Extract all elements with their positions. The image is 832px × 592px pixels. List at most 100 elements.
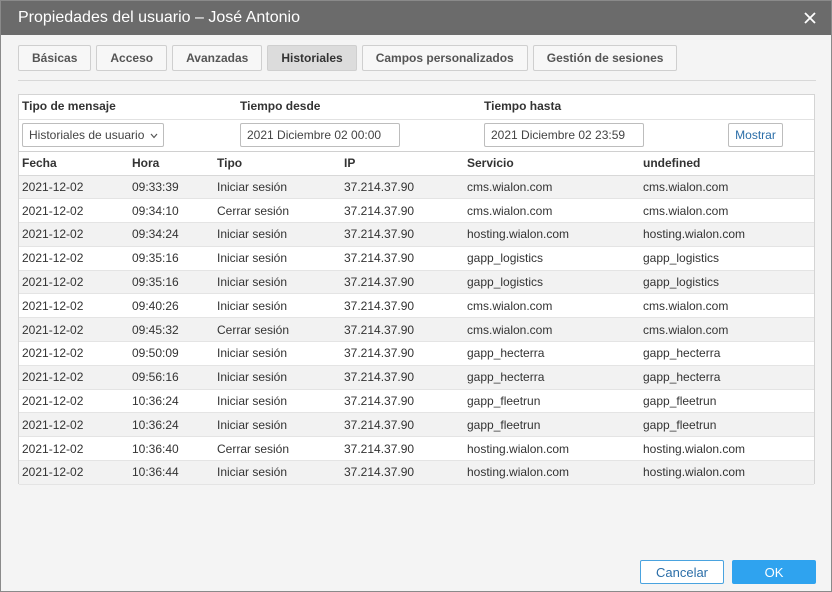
type-cell: Iniciar sesión <box>214 270 341 295</box>
service-cell: cms.wialon.com <box>464 198 640 224</box>
undefined-cell: gapp_fleetrun <box>640 412 814 438</box>
time-from-input[interactable] <box>240 123 400 147</box>
filter-header: Tipo de mensaje Tiempo desde Tiempo hast… <box>19 95 814 120</box>
type-cell: Cerrar sesión <box>214 436 341 462</box>
date-cell: 2021-12-02 <box>19 317 129 343</box>
time-cell: 10:36:40 <box>129 436 214 462</box>
service-cell: gapp_fleetrun <box>464 412 640 438</box>
table-row[interactable]: 2021-12-02 09:35:16 Iniciar sesión 37.214.3… <box>19 246 814 271</box>
time-cell: 09:45:32 <box>129 317 214 343</box>
type-cell: Iniciar sesión <box>214 341 341 366</box>
ip-cell: 37.214.37.90 <box>341 389 464 414</box>
date-cell: 2021-12-02 <box>19 436 129 462</box>
service-cell: gapp_logistics <box>464 246 640 271</box>
undefined-cell: cms.wialon.com <box>640 293 814 319</box>
tab-bar: Básicas Acceso Avanzadas Historiales Cam… <box>18 45 678 71</box>
column-header-servicio[interactable]: Servicio <box>464 151 640 176</box>
type-cell: Cerrar sesión <box>214 198 341 224</box>
undefined-cell: gapp_logistics <box>640 270 814 295</box>
message-type-select[interactable]: Historiales de usuario <box>22 123 164 147</box>
time-cell: 10:36:44 <box>129 460 214 485</box>
table-row[interactable]: 2021-12-02 10:36:24 Iniciar sesión 37.214.3… <box>19 412 814 438</box>
table-row[interactable]: 2021-12-02 09:34:24 Iniciar sesión 37.214.3… <box>19 222 814 247</box>
title-bar: Propiedades del usuario – José Antonio <box>1 1 831 35</box>
cancel-button[interactable]: Cancelar <box>640 560 724 584</box>
tab-avanzadas[interactable]: Avanzadas <box>172 45 263 71</box>
tab-campos-personalizados[interactable]: Campos personalizados <box>361 45 528 71</box>
table-row[interactable]: 2021-12-02 09:45:32 Cerrar sesión 37.214.37… <box>19 317 814 343</box>
time-cell: 09:34:24 <box>129 222 214 247</box>
time-to-label: Tiempo hasta <box>484 99 562 113</box>
service-cell: hosting.wialon.com <box>464 460 640 485</box>
undefined-cell: hosting.wialon.com <box>640 222 814 247</box>
tab-divider <box>18 80 816 81</box>
table-row[interactable]: 2021-12-02 09:33:39 Iniciar sesión 37.214.3… <box>19 175 814 200</box>
table-row[interactable]: 2021-12-02 09:34:10 Cerrar sesión 37.214.37… <box>19 198 814 224</box>
type-cell: Iniciar sesión <box>214 246 341 271</box>
date-cell: 2021-12-02 <box>19 341 129 366</box>
type-cell: Iniciar sesión <box>214 365 341 390</box>
date-cell: 2021-12-02 <box>19 222 129 247</box>
ok-button[interactable]: OK <box>732 560 816 584</box>
tab-acceso[interactable]: Acceso <box>96 45 168 71</box>
date-cell: 2021-12-02 <box>19 246 129 271</box>
time-cell: 09:35:16 <box>129 270 214 295</box>
column-header-hora[interactable]: Hora <box>129 151 214 176</box>
column-header-ip[interactable]: IP <box>341 151 464 176</box>
type-cell: Iniciar sesión <box>214 293 341 319</box>
date-cell: 2021-12-02 <box>19 270 129 295</box>
type-cell: Iniciar sesión <box>214 175 341 200</box>
time-cell: 09:35:16 <box>129 246 214 271</box>
ip-cell: 37.214.37.90 <box>341 317 464 343</box>
time-from-label: Tiempo desde <box>240 99 321 113</box>
ip-cell: 37.214.37.90 <box>341 436 464 462</box>
type-cell: Iniciar sesión <box>214 222 341 247</box>
table-row[interactable]: 2021-12-02 09:40:26 Iniciar sesión 37.214.3… <box>19 293 814 319</box>
time-cell: 09:34:10 <box>129 198 214 224</box>
undefined-cell: gapp_hecterra <box>640 341 814 366</box>
table-row[interactable]: 2021-12-02 09:35:16 Iniciar sesión 37.214.3… <box>19 270 814 295</box>
tab-basicas[interactable]: Básicas <box>18 45 92 71</box>
undefined-cell: hosting.wialon.com <box>640 436 814 462</box>
date-cell: 2021-12-02 <box>19 389 129 414</box>
column-header-tipo[interactable]: Tipo <box>214 151 341 176</box>
service-cell: gapp_fleetrun <box>464 389 640 414</box>
tab-gestion-de-sesiones[interactable]: Gestión de sesiones <box>532 45 678 71</box>
show-button[interactable]: Mostrar <box>728 123 783 147</box>
table-header-row: Fecha Hora Tipo IP Servicio undefined <box>19 151 814 176</box>
date-cell: 2021-12-02 <box>19 365 129 390</box>
service-cell: cms.wialon.com <box>464 317 640 343</box>
date-cell: 2021-12-02 <box>19 293 129 319</box>
undefined-cell: gapp_hecterra <box>640 365 814 390</box>
service-cell: cms.wialon.com <box>464 293 640 319</box>
undefined-cell: cms.wialon.com <box>640 175 814 200</box>
table-row[interactable]: 2021-12-02 09:56:16 Iniciar sesión 37.214.3… <box>19 365 814 390</box>
service-cell: gapp_hecterra <box>464 341 640 366</box>
time-cell: 09:50:09 <box>129 341 214 366</box>
history-table: Fecha Hora Tipo IP Servicio undefined 20… <box>19 151 814 485</box>
date-cell: 2021-12-02 <box>19 198 129 224</box>
column-header-fecha[interactable]: Fecha <box>19 151 129 176</box>
user-properties-dialog: Propiedades del usuario – José Antonio B… <box>0 0 832 592</box>
table-row[interactable]: 2021-12-02 10:36:44 Iniciar sesión 37.214.3… <box>19 460 814 485</box>
time-cell: 10:36:24 <box>129 412 214 438</box>
table-row[interactable]: 2021-12-02 10:36:24 Iniciar sesión 37.214.3… <box>19 389 814 414</box>
service-cell: hosting.wialon.com <box>464 222 640 247</box>
table-row[interactable]: 2021-12-02 09:50:09 Iniciar sesión 37.214.3… <box>19 341 814 366</box>
undefined-cell: hosting.wialon.com <box>640 460 814 485</box>
filter-controls: Historiales de usuario Mostrar <box>19 119 814 152</box>
ip-cell: 37.214.37.90 <box>341 198 464 224</box>
close-icon[interactable] <box>801 9 819 27</box>
undefined-cell: gapp_logistics <box>640 246 814 271</box>
tab-historiales[interactable]: Historiales <box>267 45 357 71</box>
table-row[interactable]: 2021-12-02 10:36:40 Cerrar sesión 37.214.37… <box>19 436 814 462</box>
type-cell: Iniciar sesión <box>214 389 341 414</box>
service-cell: cms.wialon.com <box>464 175 640 200</box>
time-to-input[interactable] <box>484 123 644 147</box>
date-cell: 2021-12-02 <box>19 175 129 200</box>
window-title: Propiedades del usuario – José Antonio <box>18 9 300 26</box>
type-cell: Iniciar sesión <box>214 460 341 485</box>
message-type-value: Historiales de usuario <box>29 128 145 142</box>
column-header-undefined[interactable]: undefined <box>640 151 814 176</box>
ip-cell: 37.214.37.90 <box>341 175 464 200</box>
